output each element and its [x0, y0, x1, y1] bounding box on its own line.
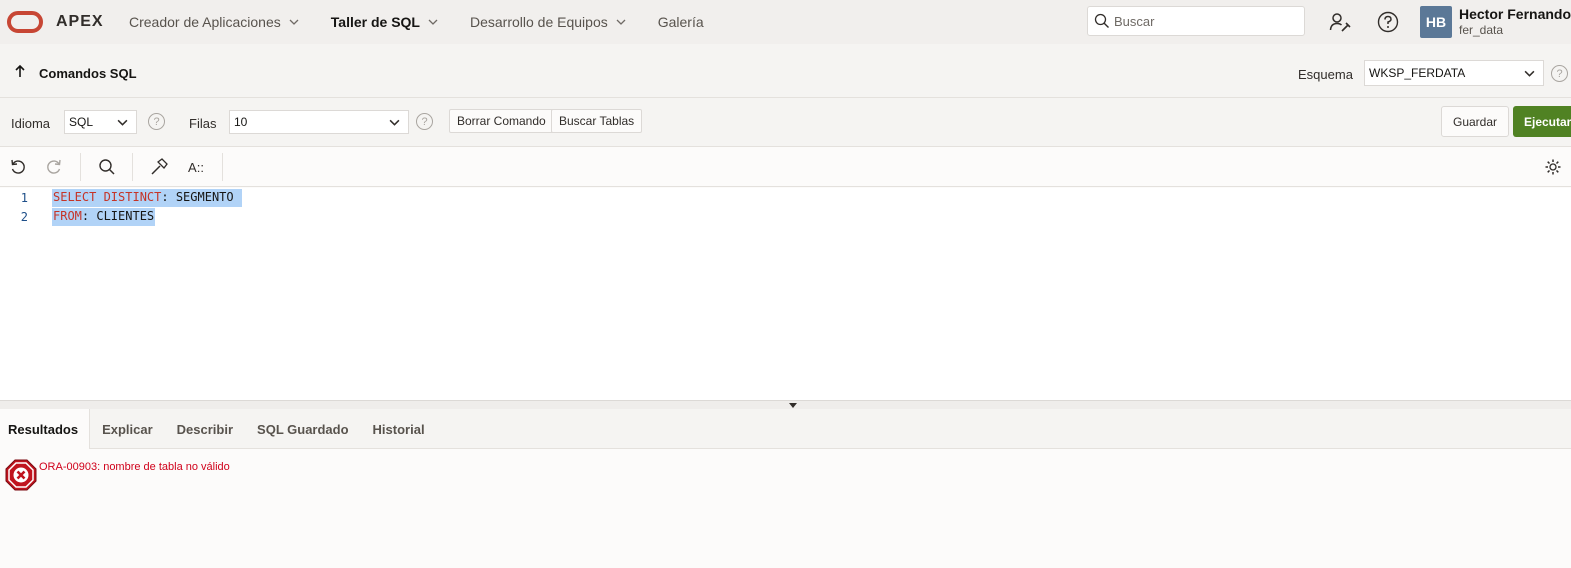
- error-icon: [5, 459, 37, 491]
- find-icon[interactable]: [95, 155, 119, 179]
- format-text-icon[interactable]: A::: [184, 155, 208, 179]
- nav-team-development[interactable]: Desarrollo de Equipos: [470, 0, 658, 44]
- chevron-down-icon: [1524, 70, 1535, 77]
- toolbar-divider: [222, 153, 223, 181]
- nav-label: Taller de SQL: [330, 14, 420, 30]
- tab-describe[interactable]: Describir: [165, 409, 245, 449]
- top-header: APEX Creador de Aplicaciones Taller de S…: [0, 0, 1571, 44]
- global-search[interactable]: [1087, 6, 1305, 36]
- language-value: SQL: [69, 115, 94, 129]
- hammer-icon[interactable]: [147, 155, 171, 179]
- schema-label: Esquema: [1298, 67, 1353, 82]
- admin-user-icon[interactable]: [1328, 10, 1352, 34]
- tab-saved-sql[interactable]: SQL Guardado: [245, 409, 361, 449]
- chevron-down-icon: [616, 19, 626, 25]
- line-number: 1: [20, 191, 28, 205]
- language-select[interactable]: SQL: [64, 110, 137, 134]
- schema-select[interactable]: WKSP_FERDATA: [1364, 60, 1544, 86]
- help-icon[interactable]: [1376, 10, 1400, 34]
- rows-select[interactable]: 10: [229, 110, 409, 134]
- app-brand[interactable]: APEX: [56, 13, 104, 31]
- chevron-down-icon: [389, 119, 400, 126]
- error-message: ORA-00903: nombre de tabla no válido: [39, 461, 230, 473]
- page-titlebar: Comandos SQL Esquema WKSP_FERDATA ?: [0, 44, 1571, 98]
- code-line: 2 FROM: CLIENTES: [0, 207, 1571, 227]
- schema-help-icon[interactable]: ?: [1551, 65, 1568, 82]
- results-tabs: Resultados Explicar Describir SQL Guarda…: [0, 409, 1571, 449]
- page-title: Comandos SQL: [39, 66, 137, 81]
- gear-icon[interactable]: [1541, 155, 1565, 179]
- nav-gallery[interactable]: Galería: [658, 0, 736, 44]
- nav-label: Desarrollo de Equipos: [469, 14, 608, 30]
- arrow-up-icon[interactable]: [13, 64, 27, 78]
- search-icon: [1094, 13, 1109, 28]
- tab-explain[interactable]: Explicar: [90, 409, 165, 449]
- sql-text: : CLIENTES: [81, 209, 155, 223]
- avatar[interactable]: HB: [1420, 6, 1452, 38]
- rows-label: Filas: [189, 116, 217, 131]
- redo-icon[interactable]: [42, 155, 66, 179]
- find-tables-button[interactable]: Buscar Tablas: [551, 109, 643, 133]
- rows-value: 10: [234, 115, 248, 129]
- run-button[interactable]: Ejecutar: [1513, 106, 1571, 137]
- sql-editor[interactable]: 1 SELECT DISTINCT: SEGMENTO 2 FROM: CLIE…: [0, 188, 1571, 400]
- user-workspace: fer_data: [1459, 23, 1504, 37]
- toolbar-divider: [132, 153, 133, 181]
- nav-label: Galería: [657, 14, 704, 30]
- line-number: 2: [20, 210, 28, 224]
- code-text: FROM: CLIENTES: [52, 208, 156, 226]
- sql-keyword: SELECT DISTINCT: [53, 190, 162, 204]
- clear-command-button[interactable]: Borrar Comando: [449, 109, 554, 133]
- main-nav: Creador de Aplicaciones Taller de SQL De…: [129, 0, 736, 44]
- nav-sql-workshop[interactable]: Taller de SQL: [331, 0, 470, 44]
- language-help-icon[interactable]: ?: [148, 113, 165, 130]
- schema-value: WKSP_FERDATA: [1369, 66, 1466, 80]
- chevron-down-icon: [289, 19, 299, 25]
- undo-icon[interactable]: [6, 155, 30, 179]
- code-line: 1 SELECT DISTINCT: SEGMENTO: [0, 188, 1571, 208]
- options-bar: Idioma SQL ? Filas 10 ? Borrar Comando B…: [0, 98, 1571, 147]
- toolbar-divider: [80, 153, 81, 181]
- oracle-logo-icon[interactable]: [7, 11, 43, 33]
- save-button[interactable]: Guardar: [1441, 106, 1509, 137]
- sql-keyword: FROM: [53, 209, 82, 223]
- sql-text: : SEGMENTO: [161, 190, 241, 204]
- collapse-arrow-icon[interactable]: [789, 403, 797, 408]
- tab-history[interactable]: Historial: [361, 409, 437, 449]
- tab-results[interactable]: Resultados: [0, 409, 91, 449]
- user-name[interactable]: Hector Fernando .: [1459, 6, 1571, 22]
- code-text: SELECT DISTINCT: SEGMENTO: [52, 189, 242, 207]
- chevron-down-icon: [117, 119, 128, 126]
- results-panel: ORA-00903: nombre de tabla no válido: [0, 449, 1571, 568]
- nav-label: Creador de Aplicaciones: [129, 14, 281, 30]
- search-input[interactable]: [1114, 13, 1294, 29]
- editor-toolbar: A::: [0, 147, 1571, 187]
- chevron-down-icon: [428, 19, 438, 25]
- language-label: Idioma: [11, 116, 51, 131]
- nav-app-builder[interactable]: Creador de Aplicaciones: [129, 0, 331, 44]
- panel-splitter[interactable]: [0, 400, 1571, 409]
- rows-help-icon[interactable]: ?: [416, 113, 433, 130]
